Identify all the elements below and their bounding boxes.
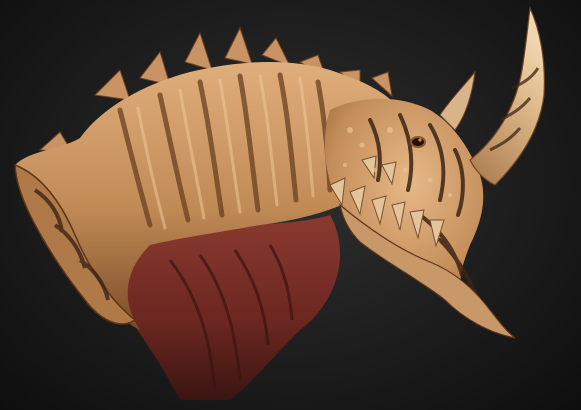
- brow-horn: [439, 70, 476, 131]
- eye: [410, 136, 426, 148]
- sculpt-viewport: [0, 0, 581, 410]
- creature-bust: [14, 5, 545, 400]
- eye-glint: [418, 138, 422, 142]
- horn: [469, 5, 545, 186]
